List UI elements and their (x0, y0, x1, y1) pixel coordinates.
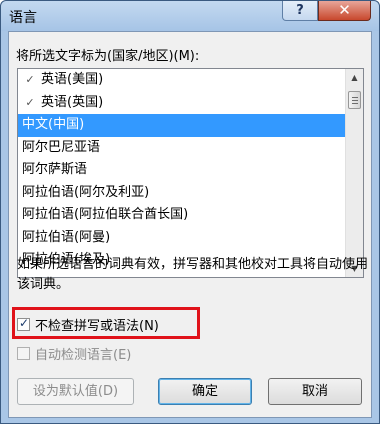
cancel-button[interactable]: 取消 (268, 378, 362, 405)
detect-language-option: 自动检测语言(E) (17, 344, 131, 363)
no-proofing-checkbox[interactable] (17, 316, 30, 331)
detect-language-checkbox (17, 347, 30, 360)
language-item-label: 阿拉伯语(阿尔及利亚) (22, 184, 150, 200)
dictionary-info-text: 如果所选语言的词典有效，拼写器和其他校对工具将自动使用该词典。 (17, 257, 369, 292)
language-item-label: 中文(中国) (22, 117, 85, 132)
dialog-body: 将所选文字标为(国家/地区)(M): ✓ 英语(美国) ✓ 英语(英国) 中文(中国) 阿… (8, 31, 372, 418)
language-list-item[interactable]: ✓ 英语(英国) (18, 92, 345, 115)
ok-button[interactable]: 确定 (158, 378, 252, 405)
language-item-label: 阿拉伯语(阿拉伯联合酋长国) (22, 207, 189, 222)
language-listbox[interactable]: ✓ 英语(美国) ✓ 英语(英国) 中文(中国) 阿尔巴尼亚语 阿尔萨斯语阿拉伯语(阿尔及利… (17, 68, 364, 278)
close-button[interactable]: ✕ (318, 1, 371, 21)
language-list-items: ✓ 英语(美国) ✓ 英语(英国) 中文(中国) 阿尔巴尼亚语 阿尔萨斯语阿拉伯语(阿尔及利… (18, 69, 345, 277)
language-list-item[interactable]: 阿拉伯语(阿曼) (18, 227, 345, 250)
thumb-grip-line (352, 103, 358, 104)
thumb-grip-line (352, 100, 358, 101)
spell-check-icon: ✓ (25, 73, 35, 86)
language-item-label: 英语(英国) (41, 94, 104, 110)
no-proofing-label[interactable]: 不检查拼写或语法(N) (35, 319, 159, 334)
language-list-item[interactable]: 中文(中国) (18, 114, 345, 137)
language-list-item[interactable]: 阿尔萨斯语 (18, 159, 345, 182)
language-item-label: 阿尔巴尼亚语 (22, 139, 101, 155)
scroll-up-arrow-icon[interactable]: ▲ (346, 69, 363, 86)
dialog-title: 语言 (9, 10, 37, 26)
detect-language-label: 自动检测语言(E) (35, 348, 132, 363)
language-item-label: 阿尔萨斯语 (22, 162, 88, 177)
language-dialog: 语言 ? ✕ 将所选文字标为(国家/地区)(M): ✓ 英语(美国) ✓ 英语(英国)… (0, 0, 380, 424)
language-list-label: 将所选文字标为(国家/地区)(M): (16, 49, 200, 64)
language-item-label: 阿拉伯语(阿曼) (22, 229, 111, 245)
title-bar[interactable]: 语言 ? ✕ (1, 1, 379, 31)
language-list-item[interactable]: ✓ 英语(美国) (18, 69, 345, 92)
no-proofing-option[interactable]: 不检查拼写或语法(N) (17, 315, 159, 334)
language-item-label: 英语(美国) (41, 72, 104, 87)
language-list-item[interactable]: 阿拉伯语(阿尔及利亚) (18, 182, 345, 205)
language-list-item[interactable]: 阿尔巴尼亚语 (18, 137, 345, 160)
listbox-scrollbar[interactable]: ▲ ▼ (345, 69, 363, 277)
thumb-grip-line (352, 97, 358, 98)
scroll-thumb[interactable] (348, 91, 361, 109)
set-default-button: 设为默认值(D) (17, 378, 134, 405)
language-list-item[interactable]: 阿拉伯语(阿拉伯联合酋长国) (18, 204, 345, 227)
help-button[interactable]: ? (282, 1, 318, 21)
spell-check-icon: ✓ (25, 95, 35, 109)
